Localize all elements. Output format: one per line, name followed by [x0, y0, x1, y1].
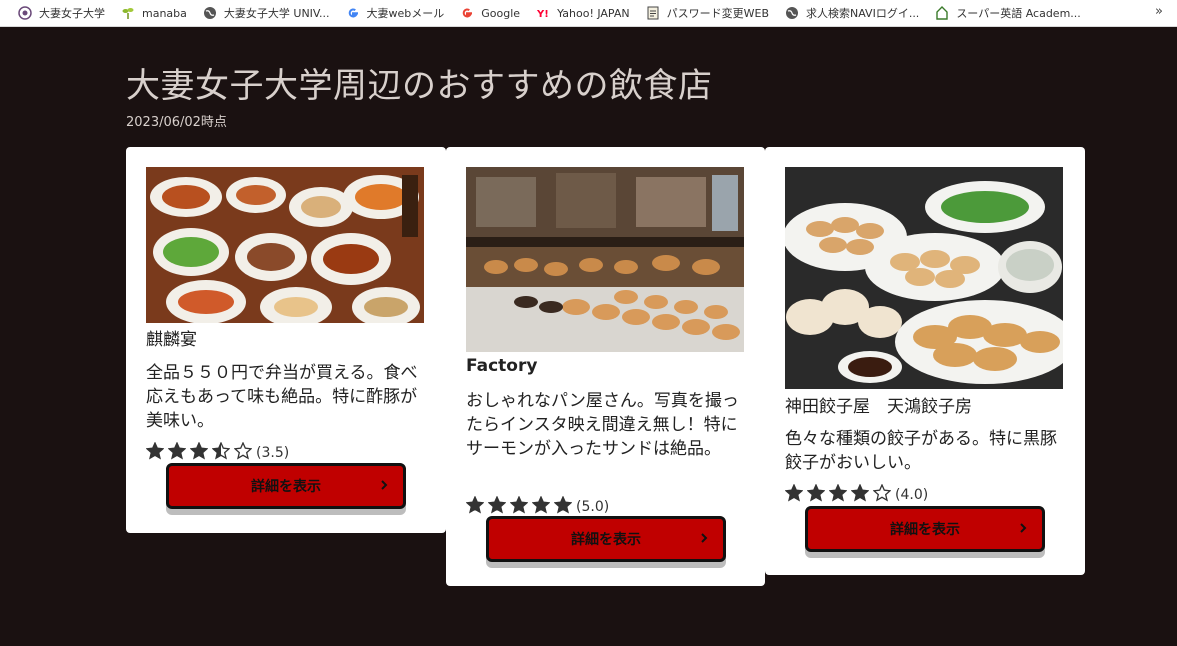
svg-text:Y!: Y!	[536, 9, 549, 20]
bookmark-otsuma[interactable]: 大妻女子大学	[12, 2, 111, 24]
star-full-icon	[807, 484, 825, 502]
yahoo-icon: Y!	[536, 6, 550, 20]
globe-icon	[203, 6, 217, 20]
rating-value: (3.5)	[256, 445, 290, 461]
bookmark-manaba[interactable]: manaba	[115, 2, 193, 24]
bakery-photo	[466, 167, 744, 352]
chevron-right-icon	[697, 531, 711, 545]
bookmarks-overflow-icon[interactable]: »	[1155, 4, 1163, 19]
bookmark-job-navi[interactable]: 求人検索NAVIログイ...	[779, 2, 925, 24]
show-details-button[interactable]: 詳細を表示	[166, 463, 406, 509]
restaurant-name: 神田餃子屋 天鴻餃子房	[785, 397, 972, 417]
stars	[466, 496, 576, 518]
university-crest-icon	[18, 6, 32, 20]
rating-value: (5.0)	[576, 499, 610, 515]
house-icon	[935, 6, 949, 20]
bookmark-otsuma-univ[interactable]: 大妻女子大学 UNIV...	[197, 2, 336, 24]
star-full-icon	[785, 484, 803, 502]
star-full-icon	[829, 484, 847, 502]
restaurant-card-factory: Factory おしゃれなパン屋さん。写真を撮ったらインスタ映え間違え無し！特に…	[446, 147, 765, 586]
bookmark-label: Google	[481, 6, 521, 20]
star-empty-icon	[873, 484, 891, 502]
document-icon	[646, 6, 660, 20]
restaurant-description: 色々な種類の餃子がある。特に黒豚餃子がおいしい。	[785, 429, 1057, 473]
google-g-icon	[346, 6, 360, 20]
globe-icon	[785, 6, 799, 20]
chevron-right-icon	[377, 478, 391, 492]
star-full-icon	[190, 442, 208, 460]
restaurant-name: 麒麟宴	[146, 330, 197, 350]
gyoza-photo	[785, 167, 1063, 389]
star-full-icon	[554, 496, 572, 514]
bookmark-label: パスワード変更WEB	[666, 7, 769, 20]
star-full-icon	[851, 484, 869, 502]
sprout-icon	[121, 6, 135, 20]
star-full-icon	[168, 442, 186, 460]
bookmark-label: 大妻女子大学	[39, 7, 105, 20]
rating-value: (4.0)	[895, 487, 929, 503]
star-full-icon	[466, 496, 484, 514]
bookmark-label: 大妻女子大学 UNIV...	[223, 7, 330, 20]
google-g-icon	[460, 6, 474, 20]
star-rating: (5.0)	[466, 496, 609, 518]
restaurant-description: 全品５５０円で弁当が買える。食べ応えもあって味も絶品。特に酢豚が美味い。	[146, 363, 418, 431]
restaurant-name: Factory	[466, 356, 538, 376]
chinese-dishes-photo	[146, 167, 424, 323]
page-date: 2023/06/02時点	[126, 115, 227, 130]
show-details-button[interactable]: 詳細を表示	[805, 506, 1045, 552]
stars	[146, 442, 256, 464]
show-details-button[interactable]: 詳細を表示	[486, 516, 726, 562]
bookmark-label: 求人検索NAVIログイ...	[806, 7, 920, 20]
star-full-icon	[488, 496, 506, 514]
restaurant-card-kirinen: 麒麟宴 全品５５０円で弁当が買える。食べ応えもあって味も絶品。特に酢豚が美味い。…	[126, 147, 446, 533]
bookmark-label: スーパー英語 Academ...	[956, 7, 1081, 20]
bookmarks-bar: 大妻女子大学 manaba 大妻女子大学 UNIV... 大妻webメール Go…	[0, 0, 1177, 27]
button-label: 詳細を表示	[251, 479, 321, 495]
bookmark-label: 大妻webメール	[366, 7, 445, 20]
star-full-icon	[510, 496, 528, 514]
star-rating: (3.5)	[146, 442, 289, 464]
star-empty-icon	[234, 442, 252, 460]
bookmark-label: manaba	[142, 6, 187, 20]
bookmark-google[interactable]: Google	[454, 2, 526, 24]
chevron-right-icon	[1016, 521, 1030, 535]
stars	[785, 484, 895, 506]
button-label: 詳細を表示	[571, 532, 641, 548]
star-full-icon	[532, 496, 550, 514]
bookmark-super-eigo[interactable]: スーパー英語 Academ...	[929, 2, 1086, 24]
star-half-icon	[212, 442, 230, 460]
restaurant-description: おしゃれなパン屋さん。写真を撮ったらインスタ映え間違え無し！特にサーモンが入った…	[466, 391, 739, 459]
star-rating: (4.0)	[785, 484, 928, 506]
bookmark-yahoo[interactable]: Y! Yahoo! JAPAN	[530, 2, 636, 24]
bookmark-otsuma-webmail[interactable]: 大妻webメール	[340, 2, 451, 24]
page-title: 大妻女子大学周辺のおすすめの飲食店	[126, 66, 713, 106]
restaurant-card-tenko-gyoza: 神田餃子屋 天鴻餃子房 色々な種類の餃子がある。特に黒豚餃子がおいしい。 (4.…	[765, 147, 1085, 575]
bookmark-label: Yahoo! JAPAN	[557, 6, 630, 20]
star-full-icon	[146, 442, 164, 460]
bookmark-password-change[interactable]: パスワード変更WEB	[640, 2, 775, 24]
button-label: 詳細を表示	[890, 522, 960, 538]
